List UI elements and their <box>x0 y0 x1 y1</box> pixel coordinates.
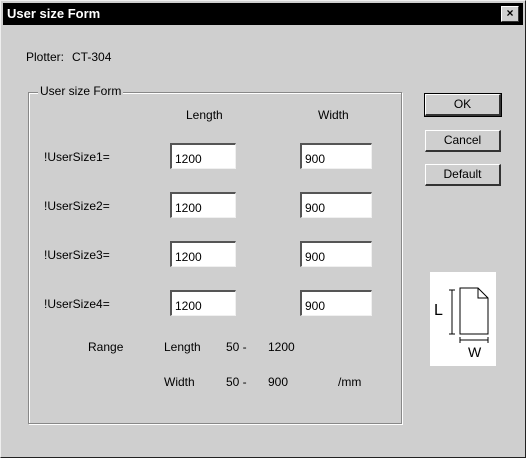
usersize3-label: !UserSize3= <box>44 248 110 262</box>
range-length-min: 50 - <box>226 340 247 354</box>
paper-size-diagram-icon: L W <box>430 272 496 366</box>
diagram-length-label: L <box>434 302 443 319</box>
close-icon: × <box>506 6 514 20</box>
usersize3-width-field[interactable] <box>300 241 372 267</box>
plotter-value: CT-304 <box>72 50 112 64</box>
range-length-label: Length <box>164 340 201 354</box>
cancel-button[interactable]: Cancel <box>425 130 501 152</box>
length-column-header: Length <box>186 108 223 122</box>
ok-button[interactable]: OK <box>424 93 502 117</box>
default-button[interactable]: Default <box>425 164 501 186</box>
usersize1-label: !UserSize1= <box>44 150 110 164</box>
usersize4-length-field[interactable] <box>170 290 236 316</box>
range-unit: /mm <box>338 375 362 389</box>
range-length-max: 1200 <box>268 340 295 354</box>
group-label: User size Form <box>38 84 124 98</box>
plotter-info: Plotter: CT-304 <box>26 50 119 64</box>
usersize4-width-field[interactable] <box>300 290 372 316</box>
usersize3-length-field[interactable] <box>170 241 236 267</box>
usersize1-length-field[interactable] <box>170 143 236 169</box>
range-width-min: 50 - <box>226 375 247 389</box>
plotter-label: Plotter: <box>26 50 65 64</box>
diagram-width-label: W <box>468 344 482 360</box>
usersize2-width-field[interactable] <box>300 192 372 218</box>
usersize2-label: !UserSize2= <box>44 199 110 213</box>
usersize2-length-field[interactable] <box>170 192 236 218</box>
close-button[interactable]: × <box>501 6 519 22</box>
window-title: User size Form <box>7 6 101 21</box>
range-width-label: Width <box>164 375 195 389</box>
usersize1-width-field[interactable] <box>300 143 372 169</box>
title-bar: User size Form × <box>3 3 523 25</box>
usersize4-label: !UserSize4= <box>44 297 110 311</box>
range-label: Range <box>88 340 124 354</box>
range-width-max: 900 <box>268 375 289 389</box>
width-column-header: Width <box>318 108 349 122</box>
